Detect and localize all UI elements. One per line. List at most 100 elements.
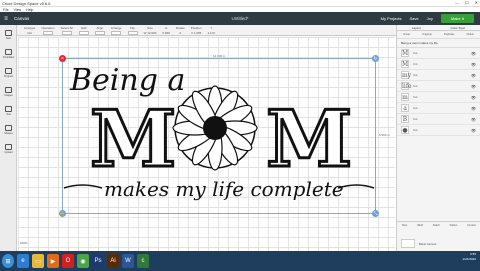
- layer-actions: Group Ungroup Duplicate Delete: [397, 31, 480, 39]
- canvas-label: Canvas: [14, 16, 30, 21]
- layer-item[interactable]: m Cut 👁: [397, 92, 480, 103]
- sidebar-item-upload[interactable]: Upload: [0, 139, 17, 158]
- duplicate-button[interactable]: Duplicate: [444, 33, 454, 36]
- templates-icon: [5, 48, 12, 55]
- toolbar-rotate[interactable]: Rotate 0: [176, 26, 185, 35]
- sidebar-item-images[interactable]: Images: [0, 82, 17, 101]
- toolbar-position-y[interactable]: Y 1.172: [207, 26, 215, 35]
- minimize-icon[interactable]: —: [455, 0, 459, 5]
- layer-item[interactable]: life Cut 👁: [397, 81, 480, 92]
- layer-group-name[interactable]: Being a mom makes my life: [397, 39, 480, 48]
- toolbar-select-all[interactable]: Select All: [61, 26, 73, 35]
- toolbar-align[interactable]: Align: [94, 26, 105, 35]
- attach-button[interactable]: Attach: [433, 224, 440, 227]
- height-dimension-label: 5.969 in: [379, 133, 390, 137]
- menu-view[interactable]: View: [14, 8, 22, 12]
- lock-handle-icon[interactable]: 🔒: [59, 210, 66, 217]
- layer-thumbnail: my: [401, 71, 412, 79]
- layer-thumbnail: ●: [401, 126, 409, 134]
- opera-icon[interactable]: O: [62, 254, 74, 268]
- tab-layers[interactable]: Layers: [412, 26, 421, 30]
- new-icon: [5, 29, 12, 36]
- toolbar-size-h[interactable]: H 5.969: [162, 26, 170, 35]
- sidebar-item-text[interactable]: Text: [0, 101, 17, 120]
- layer-thumbnail: m: [401, 93, 409, 101]
- shapes-icon: [5, 124, 12, 131]
- toolbar-edit[interactable]: Edit: [78, 26, 89, 35]
- layer-item[interactable]: my Cut 👁: [397, 70, 480, 81]
- layer-item[interactable]: M Cut 👁: [397, 59, 480, 70]
- toolbar-flip[interactable]: Flip: [127, 26, 138, 35]
- make-it-button[interactable]: Make It: [440, 14, 474, 23]
- layer-thumbnail: a: [401, 104, 409, 112]
- flatten-button[interactable]: Flatten: [450, 224, 458, 227]
- cricut-icon[interactable]: c: [137, 254, 149, 268]
- canvas-swatch: [401, 239, 415, 248]
- toolbar-size-w[interactable]: Size W 12.000: [144, 26, 157, 35]
- toolbar-operation[interactable]: Operation: [41, 26, 55, 35]
- machine-select[interactable]: Joy: [427, 16, 433, 21]
- combine-actions: Slice Weld Attach Flatten Contour: [397, 222, 480, 227]
- folder-icon[interactable]: ▭: [32, 254, 44, 268]
- group-button[interactable]: Group: [403, 33, 410, 36]
- layer-item[interactable]: M Cut 👁: [397, 48, 480, 59]
- ie-icon[interactable]: e: [17, 254, 29, 268]
- maximize-icon[interactable]: ☐: [465, 0, 469, 5]
- illustrator-icon[interactable]: Ai: [107, 254, 119, 268]
- my-projects-link[interactable]: My Projects: [381, 16, 402, 21]
- upload-icon: [5, 143, 12, 150]
- sidebar-item-new[interactable]: New: [0, 25, 17, 44]
- eye-icon[interactable]: 👁: [471, 51, 476, 56]
- zoom-level[interactable]: 100%: [20, 241, 28, 245]
- window-controls: — ☐ ✕: [455, 0, 478, 5]
- eye-icon[interactable]: 👁: [471, 73, 476, 78]
- eye-icon[interactable]: 👁: [471, 106, 476, 111]
- media-icon[interactable]: ▶: [47, 254, 59, 268]
- sidebar-item-shapes[interactable]: Shapes: [0, 120, 17, 139]
- save-button[interactable]: Save: [410, 16, 419, 21]
- sidebar-item-projects[interactable]: Projects: [0, 63, 17, 82]
- resize-handle-icon[interactable]: ⤡: [372, 210, 379, 217]
- rotate-handle-icon[interactable]: ↻: [372, 55, 379, 62]
- eye-icon[interactable]: 👁: [471, 84, 476, 89]
- window-title: Cricut Design Space v5.6.6: [2, 0, 51, 6]
- windows-taskbar: ⊞ e ▭ ▶ O ◉ Ps Ai W c: [0, 251, 480, 271]
- layer-thumbnail: life: [401, 82, 412, 90]
- ungroup-button[interactable]: Ungroup: [422, 33, 432, 36]
- layers-panel: Layers Color Sync Group Ungroup Duplicat…: [396, 25, 480, 251]
- weld-button[interactable]: Weld: [417, 224, 423, 227]
- eye-icon[interactable]: 👁: [471, 128, 476, 133]
- layer-item[interactable]: B Cut 👁: [397, 114, 480, 125]
- sidebar-item-templates[interactable]: Templates: [0, 44, 17, 63]
- layer-thumbnail: B: [401, 115, 409, 123]
- toolbar-linetype[interactable]: Linetype Cut: [24, 26, 35, 35]
- eye-icon[interactable]: 👁: [471, 95, 476, 100]
- toolbar-arrange[interactable]: Arrange: [111, 26, 122, 35]
- eye-icon[interactable]: 👁: [471, 62, 476, 67]
- layer-item[interactable]: ● Cut 👁: [397, 125, 480, 136]
- delete-button[interactable]: Delete: [467, 33, 474, 36]
- layer-thumbnail: M: [401, 49, 409, 57]
- system-tray-clock[interactable]: 9:55 2/24/2020: [463, 252, 476, 262]
- menu-file[interactable]: File: [3, 8, 9, 12]
- slice-button[interactable]: Slice: [402, 224, 407, 227]
- chrome-icon[interactable]: ◉: [77, 254, 89, 268]
- word-icon[interactable]: W: [122, 254, 134, 268]
- layer-item[interactable]: a Cut 👁: [397, 103, 480, 114]
- eye-icon[interactable]: 👁: [471, 117, 476, 122]
- document-title: Untitled*: [231, 16, 249, 21]
- text-icon: [5, 105, 12, 112]
- photoshop-icon[interactable]: Ps: [92, 254, 104, 268]
- layer-thumbnail: M: [401, 60, 409, 68]
- hamburger-menu-icon[interactable]: ≡: [0, 16, 12, 22]
- delete-handle-icon[interactable]: ×: [59, 55, 66, 62]
- close-icon[interactable]: ✕: [475, 0, 478, 5]
- start-button-icon[interactable]: ⊞: [2, 254, 14, 268]
- layers-bottom-bar: Slice Weld Attach Flatten Contour Blank …: [397, 221, 480, 251]
- menu-help[interactable]: Help: [26, 8, 33, 12]
- contour-button[interactable]: Contour: [467, 224, 476, 227]
- toolbar-position-x[interactable]: Position X 1.055: [191, 26, 202, 35]
- tab-color-sync[interactable]: Color Sync: [451, 26, 466, 30]
- window-titlebar: Cricut Design Space v5.6.6 — ☐ ✕: [0, 0, 480, 7]
- blank-canvas-layer[interactable]: Blank Canvas: [401, 239, 436, 248]
